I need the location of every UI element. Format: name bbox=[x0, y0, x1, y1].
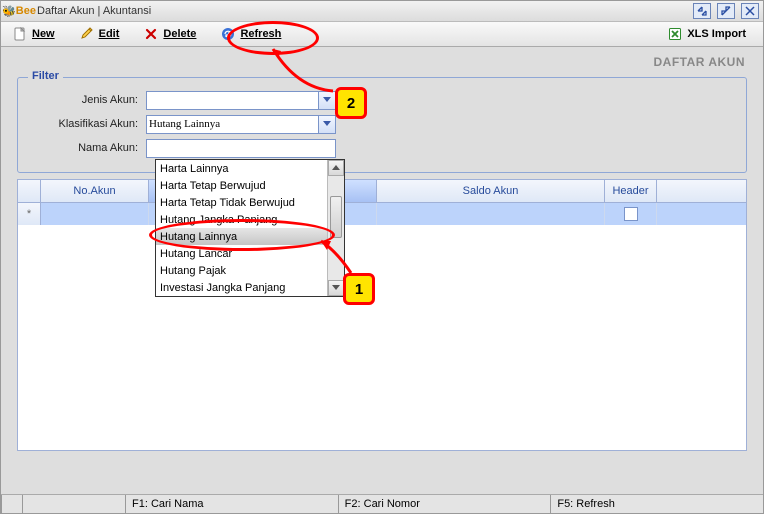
delete-icon bbox=[143, 26, 159, 42]
status-cell-empty bbox=[1, 495, 23, 513]
cell-no bbox=[41, 203, 149, 225]
table-body: * bbox=[18, 203, 746, 450]
dropdown-option[interactable]: Investasi Jangka Panjang bbox=[156, 279, 344, 296]
chevron-down-icon bbox=[318, 116, 335, 133]
jenis-akun-select[interactable] bbox=[146, 91, 336, 110]
klasifikasi-akun-select[interactable]: Hutang Lainnya bbox=[146, 115, 336, 134]
nama-akun-input[interactable] bbox=[146, 139, 336, 158]
edit-icon bbox=[79, 26, 95, 42]
col-no-akun[interactable]: No.Akun bbox=[41, 180, 149, 202]
dropdown-option[interactable]: Hutang Jangka Panjang bbox=[156, 211, 344, 228]
status-f5: F5: Refresh bbox=[550, 495, 764, 513]
jenis-akun-label: Jenis Akun: bbox=[28, 94, 138, 106]
nama-akun-label: Nama Akun: bbox=[28, 142, 138, 154]
dropdown-option[interactable]: Harta Tetap Tidak Berwujud bbox=[156, 194, 344, 211]
klasifikasi-akun-value: Hutang Lainnya bbox=[149, 118, 220, 130]
xls-icon bbox=[667, 26, 683, 42]
table-row[interactable]: * bbox=[18, 203, 746, 225]
window-title: Daftar Akun | Akuntansi bbox=[37, 5, 151, 17]
table-header: No.Akun Nama Akun Saldo Akun Header bbox=[18, 180, 746, 203]
dropdown-option[interactable]: Hutang Pajak bbox=[156, 262, 344, 279]
refresh-button[interactable]: Refresh bbox=[215, 23, 292, 45]
page-heading: DAFTAR AKUN bbox=[1, 47, 763, 69]
scroll-up-icon[interactable] bbox=[328, 160, 344, 176]
col-header[interactable]: Header bbox=[605, 180, 657, 202]
dropdown-option[interactable]: Harta Tetap Berwujud bbox=[156, 177, 344, 194]
klasifikasi-dropdown-list[interactable]: Harta Lainnya Harta Tetap Berwujud Harta… bbox=[155, 159, 345, 297]
dropdown-option[interactable]: Harta Lainnya bbox=[156, 160, 344, 177]
detach-window-button[interactable] bbox=[693, 3, 711, 19]
accounts-table: No.Akun Nama Akun Saldo Akun Header * bbox=[17, 179, 747, 451]
app-window: 🐝Bee Daftar Akun | Akuntansi New Edit bbox=[0, 0, 764, 514]
scroll-down-icon[interactable] bbox=[328, 280, 344, 296]
cell-saldo bbox=[377, 203, 605, 225]
dropdown-option[interactable]: Hutang Lancar bbox=[156, 245, 344, 262]
chevron-down-icon bbox=[318, 92, 335, 109]
dropdown-option-selected[interactable]: Hutang Lainnya bbox=[156, 228, 344, 245]
close-button[interactable] bbox=[741, 3, 759, 19]
row-marker: * bbox=[18, 203, 41, 225]
status-cell-blank bbox=[22, 495, 126, 513]
klasifikasi-akun-label: Klasifikasi Akun: bbox=[28, 118, 138, 130]
status-f1: F1: Cari Nama bbox=[125, 495, 339, 513]
new-button[interactable]: New bbox=[7, 23, 66, 45]
new-icon bbox=[12, 26, 28, 42]
filter-panel: Filter Jenis Akun: Klasifikasi Akun: Hut… bbox=[17, 77, 747, 173]
xls-import-button[interactable]: XLS Import bbox=[662, 23, 757, 45]
edit-button[interactable]: Edit bbox=[74, 23, 131, 45]
titlebar: 🐝Bee Daftar Akun | Akuntansi bbox=[1, 1, 763, 22]
dropdown-scrollbar[interactable] bbox=[327, 160, 344, 296]
status-f2: F2: Cari Nomor bbox=[338, 495, 552, 513]
header-checkbox[interactable] bbox=[624, 207, 638, 221]
col-saldo-akun[interactable]: Saldo Akun bbox=[377, 180, 605, 202]
maximize-button[interactable] bbox=[717, 3, 735, 19]
delete-button[interactable]: Delete bbox=[138, 23, 207, 45]
status-bar: F1: Cari Nama F2: Cari Nomor F5: Refresh bbox=[1, 494, 763, 513]
row-header-corner bbox=[18, 180, 41, 202]
scroll-thumb[interactable] bbox=[330, 196, 342, 238]
app-logo: 🐝Bee bbox=[5, 3, 33, 19]
filter-legend: Filter bbox=[28, 70, 63, 82]
toolbar: New Edit Delete Refresh XLS I bbox=[1, 22, 763, 47]
cell-header bbox=[605, 203, 657, 225]
refresh-icon bbox=[220, 26, 236, 42]
